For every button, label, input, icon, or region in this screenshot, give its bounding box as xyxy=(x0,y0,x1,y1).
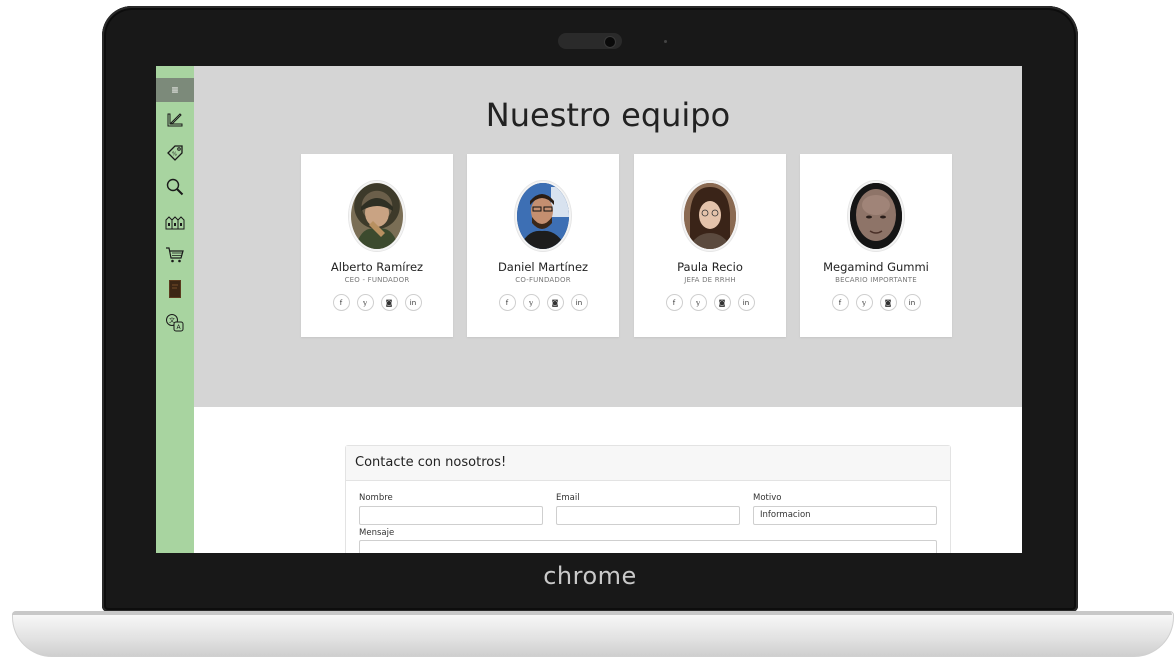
sidebar-item-design[interactable] xyxy=(156,102,194,136)
team-card: Megamind Gummi BECARIO IMPORTANTE f 𝕪 ◙ … xyxy=(800,154,952,337)
sidebar-item-offers[interactable]: % xyxy=(156,136,194,170)
social-links: f 𝕪 ◙ in xyxy=(301,294,453,311)
main-content: Nuestro equipo Alberto Ramírez CEO - FUN… xyxy=(194,66,1022,553)
contact-form: Contacte con nosotros! Nombre Email Moti… xyxy=(345,445,951,553)
webcam-icon xyxy=(604,36,616,48)
facebook-icon[interactable]: f xyxy=(332,294,350,311)
avatar-photo xyxy=(850,183,902,249)
laptop-hinge xyxy=(12,611,1172,615)
magnifier-icon xyxy=(166,178,184,196)
team-card: Daniel Martínez CO-FUNDADOR f 𝕪 ◙ in xyxy=(467,154,619,337)
team-section: Nuestro equipo Alberto Ramírez CEO - FUN… xyxy=(194,66,1022,407)
hamburger-icon: ≡ xyxy=(171,83,179,97)
linkedin-icon[interactable]: in xyxy=(570,294,588,311)
member-name: Daniel Martínez xyxy=(497,260,589,274)
social-links: f 𝕪 ◙ in xyxy=(467,294,619,311)
linkedin-icon[interactable]: in xyxy=(404,294,422,311)
sidebar-item-language[interactable]: 文 A xyxy=(156,306,194,340)
webcam-indicator xyxy=(664,40,667,43)
name-field[interactable] xyxy=(359,506,543,525)
avatar xyxy=(682,181,738,251)
avatar-photo xyxy=(684,183,736,249)
team-card: Paula Recio JEFA DE RRHH f 𝕪 ◙ in xyxy=(634,154,786,337)
instagram-icon[interactable]: ◙ xyxy=(879,294,897,311)
facebook-icon[interactable]: f xyxy=(665,294,683,311)
laptop-base xyxy=(12,611,1174,657)
houses-icon xyxy=(165,216,185,230)
name-label: Nombre xyxy=(359,493,393,503)
shopping-cart-icon xyxy=(166,247,184,263)
reason-select[interactable]: Informacion xyxy=(753,506,937,525)
member-role: CEO - FUNDADOR xyxy=(344,276,410,284)
sidebar-item-cart[interactable] xyxy=(156,238,194,272)
facebook-icon[interactable]: f xyxy=(498,294,516,311)
instagram-icon[interactable]: ◙ xyxy=(546,294,564,311)
member-role: BECARIO IMPORTANTE xyxy=(835,276,917,284)
menu-toggle-button[interactable]: ≡ xyxy=(156,78,194,102)
svg-text:文: 文 xyxy=(169,317,175,325)
email-label: Email xyxy=(556,493,580,503)
twitter-icon[interactable]: 𝕪 xyxy=(522,294,540,311)
instagram-icon[interactable]: ◙ xyxy=(713,294,731,311)
member-role: CO-FUNDADOR xyxy=(515,276,571,284)
twitter-icon[interactable]: 𝕪 xyxy=(689,294,707,311)
social-links: f 𝕪 ◙ in xyxy=(800,294,952,311)
team-title: Nuestro equipo xyxy=(485,96,731,134)
svg-text:%: % xyxy=(172,152,177,158)
twitter-icon[interactable]: 𝕪 xyxy=(356,294,374,311)
message-label: Mensaje xyxy=(359,528,395,538)
email-field[interactable] xyxy=(556,506,740,525)
avatar xyxy=(349,181,405,251)
member-name: Megamind Gummi xyxy=(823,260,929,274)
reason-label: Motivo xyxy=(753,493,782,503)
sidebar: ≡ % 文 A xyxy=(156,66,194,553)
member-name: Paula Recio xyxy=(677,260,743,274)
team-card: Alberto Ramírez CEO - FUNDADOR f 𝕪 ◙ in xyxy=(301,154,453,337)
avatar-photo xyxy=(355,198,399,249)
screen: ≡ % 文 A Nuestro equipo Alberto Ramírez C… xyxy=(156,66,1022,553)
instagram-icon[interactable]: ◙ xyxy=(380,294,398,311)
message-field[interactable] xyxy=(359,540,937,553)
book-icon xyxy=(169,280,181,298)
twitter-icon[interactable]: 𝕪 xyxy=(855,294,873,311)
facebook-icon[interactable]: f xyxy=(831,294,849,311)
avatar xyxy=(848,181,904,251)
ruler-pencil-icon xyxy=(167,113,183,127)
contact-title: Contacte con nosotros! xyxy=(346,446,950,481)
member-name: Alberto Ramírez xyxy=(330,260,424,274)
translate-icon: 文 A xyxy=(166,314,184,332)
sidebar-item-properties[interactable] xyxy=(156,204,194,238)
brand-logo: chrome xyxy=(543,562,637,590)
member-role: JEFA DE RRHH xyxy=(684,276,736,284)
social-links: f 𝕪 ◙ in xyxy=(634,294,786,311)
avatar xyxy=(515,181,571,251)
linkedin-icon[interactable]: in xyxy=(903,294,921,311)
sidebar-item-library[interactable] xyxy=(156,272,194,306)
price-tag-icon: % xyxy=(167,145,183,161)
linkedin-icon[interactable]: in xyxy=(737,294,755,311)
sidebar-item-search[interactable] xyxy=(156,170,194,204)
avatar-photo xyxy=(517,183,569,249)
